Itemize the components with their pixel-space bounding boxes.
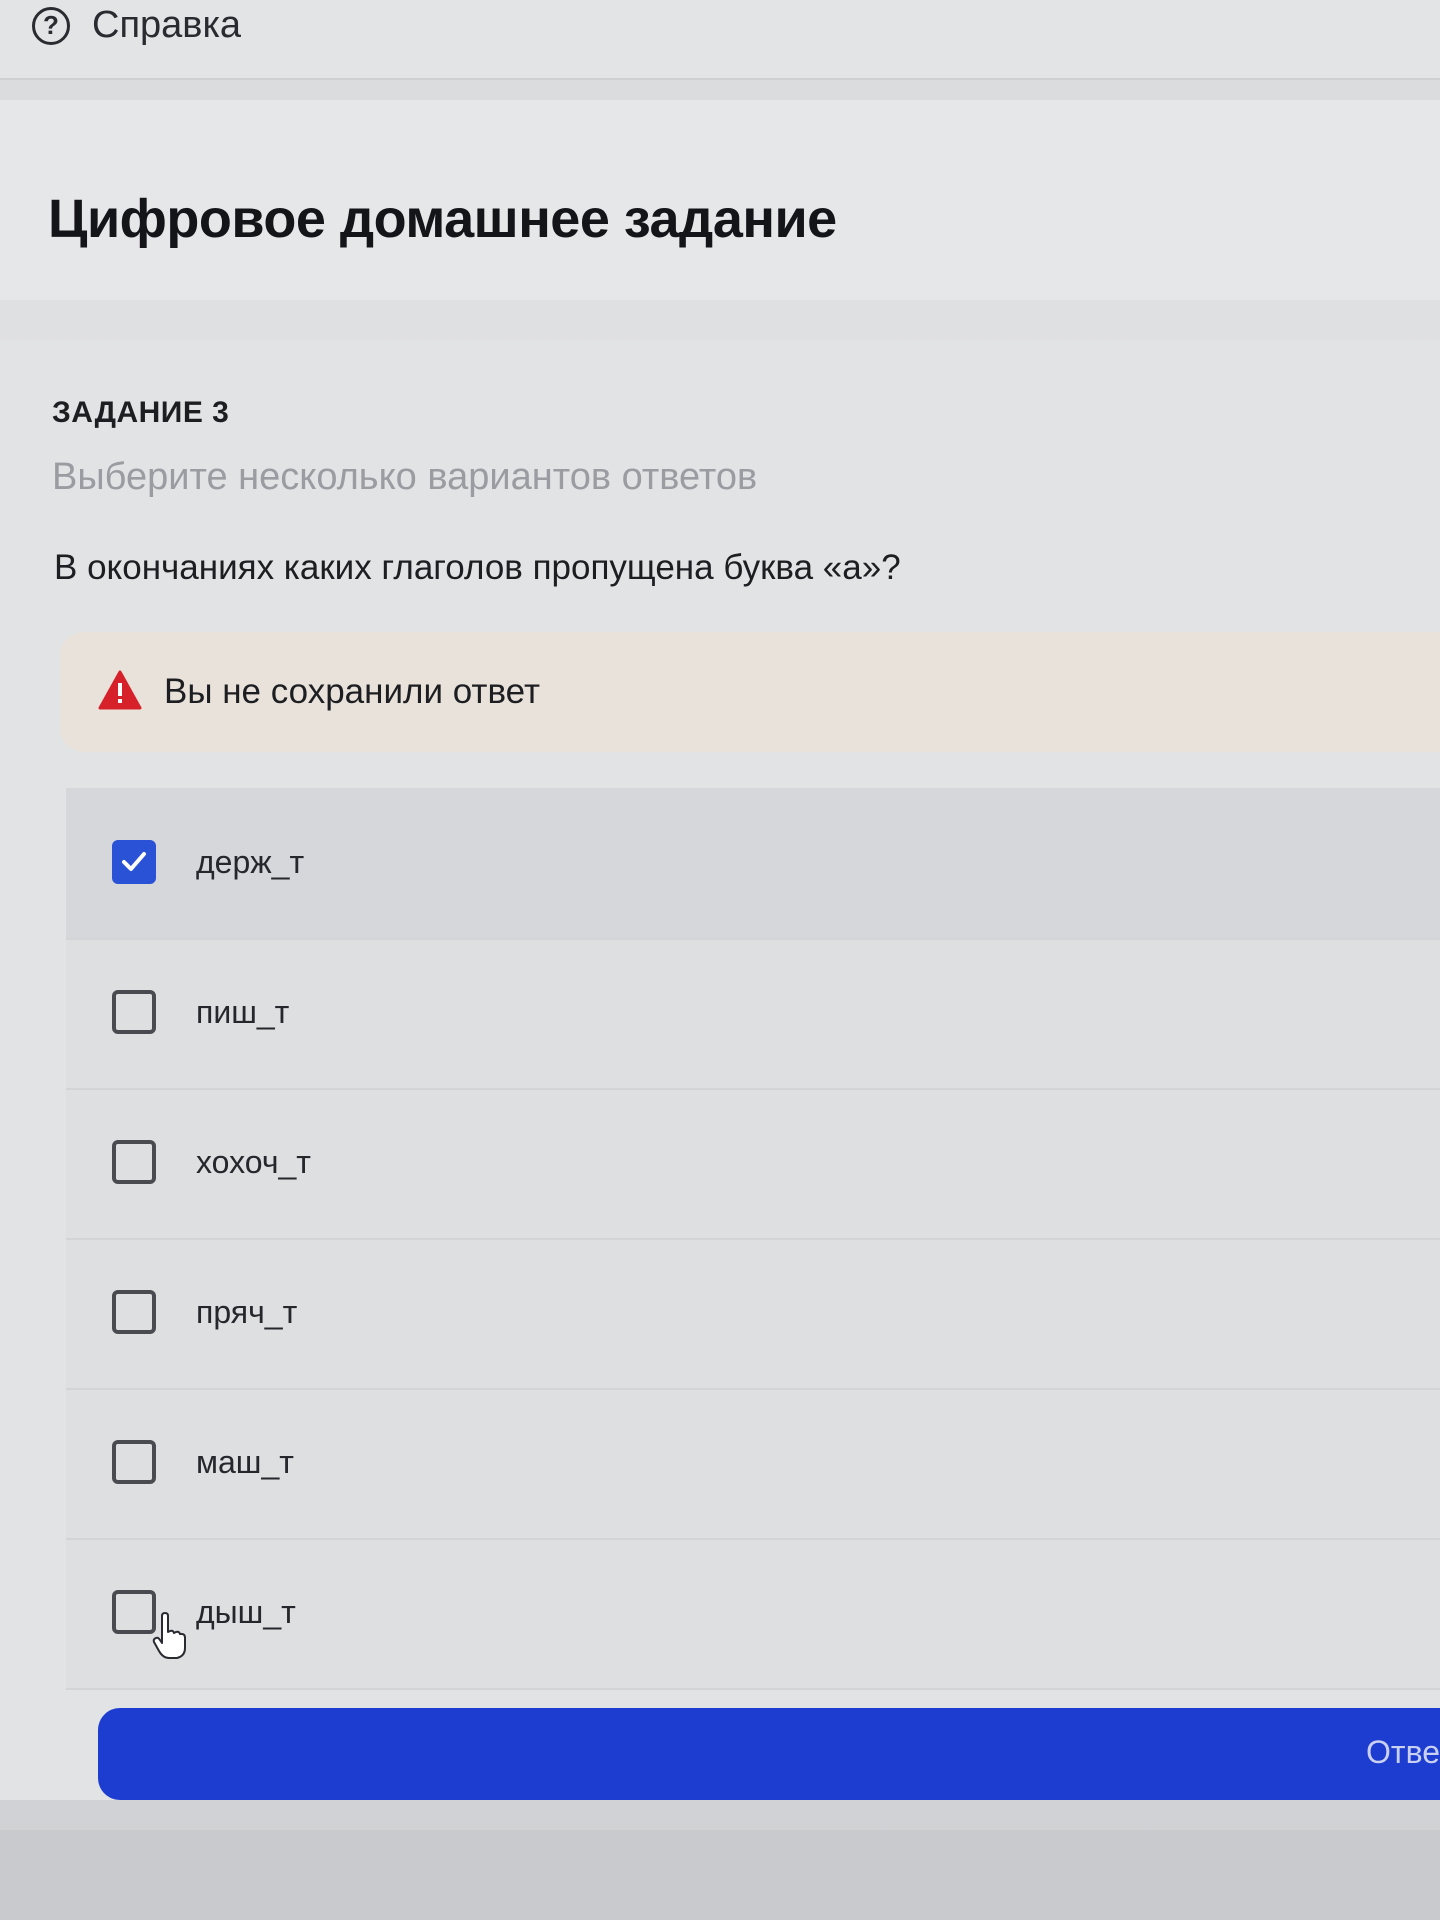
submit-answer-button[interactable]: Отве: [98, 1708, 1440, 1800]
option-item[interactable]: держ_т: [66, 788, 1440, 940]
checkbox-checked[interactable]: [112, 840, 156, 884]
task-number: ЗАДАНИЕ 3: [52, 396, 230, 429]
warning-text: Вы не сохранили ответ: [164, 672, 540, 711]
question-circle-icon: ?: [32, 6, 70, 45]
help-link[interactable]: ? Справка: [32, 4, 241, 47]
hand-cursor-icon: [152, 1612, 186, 1659]
help-label: Справка: [92, 4, 242, 46]
option-label: маш_т: [196, 1444, 294, 1480]
option-item[interactable]: дыш_т: [66, 1538, 1440, 1690]
top-bar: ? Справка: [0, 0, 1440, 80]
option-label: пряч_т: [196, 1294, 298, 1330]
checkbox[interactable]: [112, 1290, 156, 1334]
page-title: Цифровое домашнее задание: [48, 189, 837, 249]
checkbox[interactable]: [112, 990, 156, 1034]
option-item[interactable]: хохоч_т: [66, 1088, 1440, 1240]
option-label: держ_т: [196, 844, 305, 880]
option-label: хохоч_т: [196, 1144, 311, 1180]
submit-label: Отве: [1366, 1734, 1440, 1770]
answer-options: держ_т пиш_т хохоч_т пряч_т маш_т дыш_т: [66, 788, 1440, 1690]
checkmark-icon: [122, 852, 146, 871]
checkbox[interactable]: [112, 1440, 156, 1484]
option-item[interactable]: маш_т: [66, 1388, 1440, 1540]
option-label: дыш_т: [196, 1594, 296, 1630]
warning-triangle-icon: [98, 670, 142, 710]
task-question: В окончаниях каких глаголов пропущена бу…: [54, 548, 901, 587]
task-hint: Выберите несколько вариантов ответов: [52, 456, 758, 498]
option-item[interactable]: пряч_т: [66, 1238, 1440, 1390]
option-label: пиш_т: [196, 994, 290, 1030]
option-item[interactable]: пиш_т: [66, 938, 1440, 1090]
checkbox[interactable]: [112, 1140, 156, 1184]
unsaved-warning: Вы не сохранили ответ: [60, 632, 1440, 752]
footer-area: [0, 1830, 1440, 1920]
